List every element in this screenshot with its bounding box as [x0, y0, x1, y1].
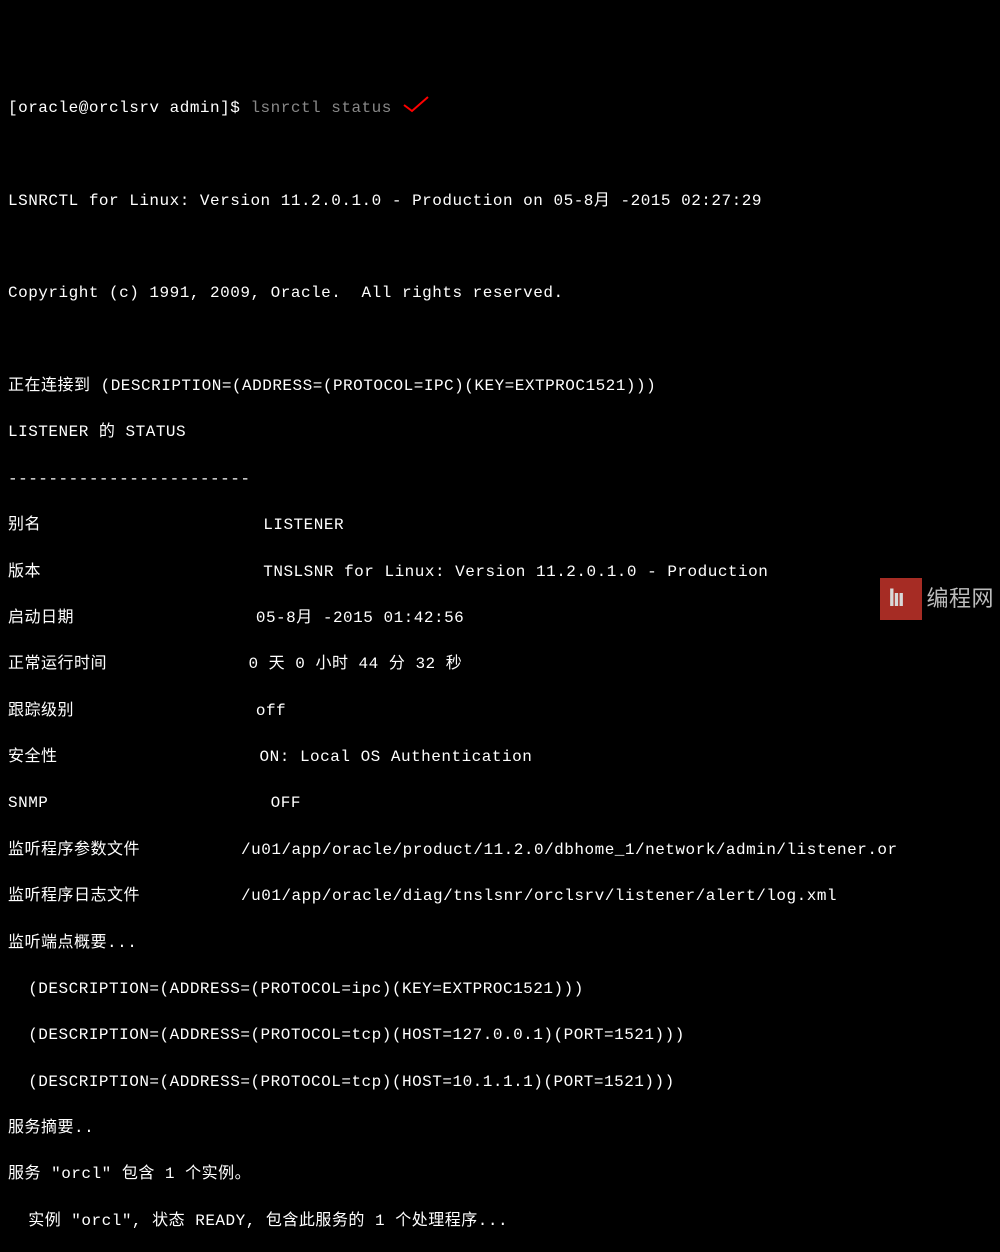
output-uptime: 正常运行时间 0 天 0 小时 44 分 32 秒 [8, 653, 992, 676]
alias-label: 别名 [8, 516, 41, 534]
output-endpoints-header: 监听端点概要... [8, 932, 992, 955]
output-endpoint2: (DESCRIPTION=(ADDRESS=(PROTOCOL=tcp)(HOS… [8, 1024, 992, 1047]
watermark: 编程网 [880, 578, 994, 620]
output-service1: 服务 "orcl" 包含 1 个实例。 [8, 1163, 992, 1186]
output-version: 版本 TNSLSNR for Linux: Version 11.2.0.1.0… [8, 561, 992, 584]
output-services-header: 服务摘要.. [8, 1117, 992, 1140]
output-endpoint1: (DESCRIPTION=(ADDRESS=(PROTOCOL=ipc)(KEY… [8, 978, 992, 1001]
blank-line [8, 143, 992, 166]
checkmark-annotation [402, 99, 430, 117]
output-connecting: 正在连接到 (DESCRIPTION=(ADDRESS=(PROTOCOL=IP… [8, 375, 992, 398]
terminal-prompt-line[interactable]: [oracle@orclsrv admin]$ lsnrctl status [8, 97, 992, 120]
watermark-text: 编程网 [926, 583, 994, 615]
paramfile-value: /u01/app/oracle/product/11.2.0/dbhome_1/… [241, 841, 898, 859]
output-logfile: 监听程序日志文件 /u01/app/oracle/diag/tnslsnr/or… [8, 885, 992, 908]
command-text: lsnrctl status [250, 99, 391, 117]
version-value: TNSLSNR for Linux: Version 11.2.0.1.0 - … [263, 563, 768, 581]
output-trace: 跟踪级别 off [8, 700, 992, 723]
security-value: ON: Local OS Authentication [260, 748, 533, 766]
output-status-header: LISTENER 的 STATUS [8, 421, 992, 444]
logfile-value: /u01/app/oracle/diag/tnslsnr/orclsrv/lis… [241, 887, 837, 905]
version-label: 版本 [8, 563, 41, 581]
blank-line [8, 329, 992, 352]
output-banner: LSNRCTL for Linux: Version 11.2.0.1.0 - … [8, 190, 992, 213]
alias-value: LISTENER [263, 516, 344, 534]
uptime-value: 0 天 0 小时 44 分 32 秒 [248, 655, 462, 673]
output-separator: ------------------------ [8, 468, 992, 491]
paramfile-label: 监听程序参数文件 [8, 841, 140, 859]
output-startdate: 启动日期 05-8月 -2015 01:42:56 [8, 607, 992, 630]
uptime-label: 正常运行时间 [8, 655, 107, 673]
security-label: 安全性 [8, 748, 58, 766]
watermark-icon [880, 578, 922, 620]
startdate-label: 启动日期 [8, 609, 74, 627]
output-alias: 别名 LISTENER [8, 514, 992, 537]
trace-value: off [256, 702, 286, 720]
output-endpoint3: (DESCRIPTION=(ADDRESS=(PROTOCOL=tcp)(HOS… [8, 1071, 992, 1094]
logfile-label: 监听程序日志文件 [8, 887, 140, 905]
output-copyright: Copyright (c) 1991, 2009, Oracle. All ri… [8, 282, 992, 305]
snmp-value: OFF [271, 794, 301, 812]
output-instance1: 实例 "orcl", 状态 READY, 包含此服务的 1 个处理程序... [8, 1210, 992, 1233]
blank-line [8, 236, 992, 259]
output-snmp: SNMP OFF [8, 792, 992, 815]
output-security: 安全性 ON: Local OS Authentication [8, 746, 992, 769]
output-paramfile: 监听程序参数文件 /u01/app/oracle/product/11.2.0/… [8, 839, 992, 862]
startdate-value: 05-8月 -2015 01:42:56 [256, 609, 464, 627]
shell-prompt: [oracle@orclsrv admin]$ [8, 99, 250, 117]
trace-label: 跟踪级别 [8, 702, 74, 720]
snmp-label: SNMP [8, 794, 48, 812]
